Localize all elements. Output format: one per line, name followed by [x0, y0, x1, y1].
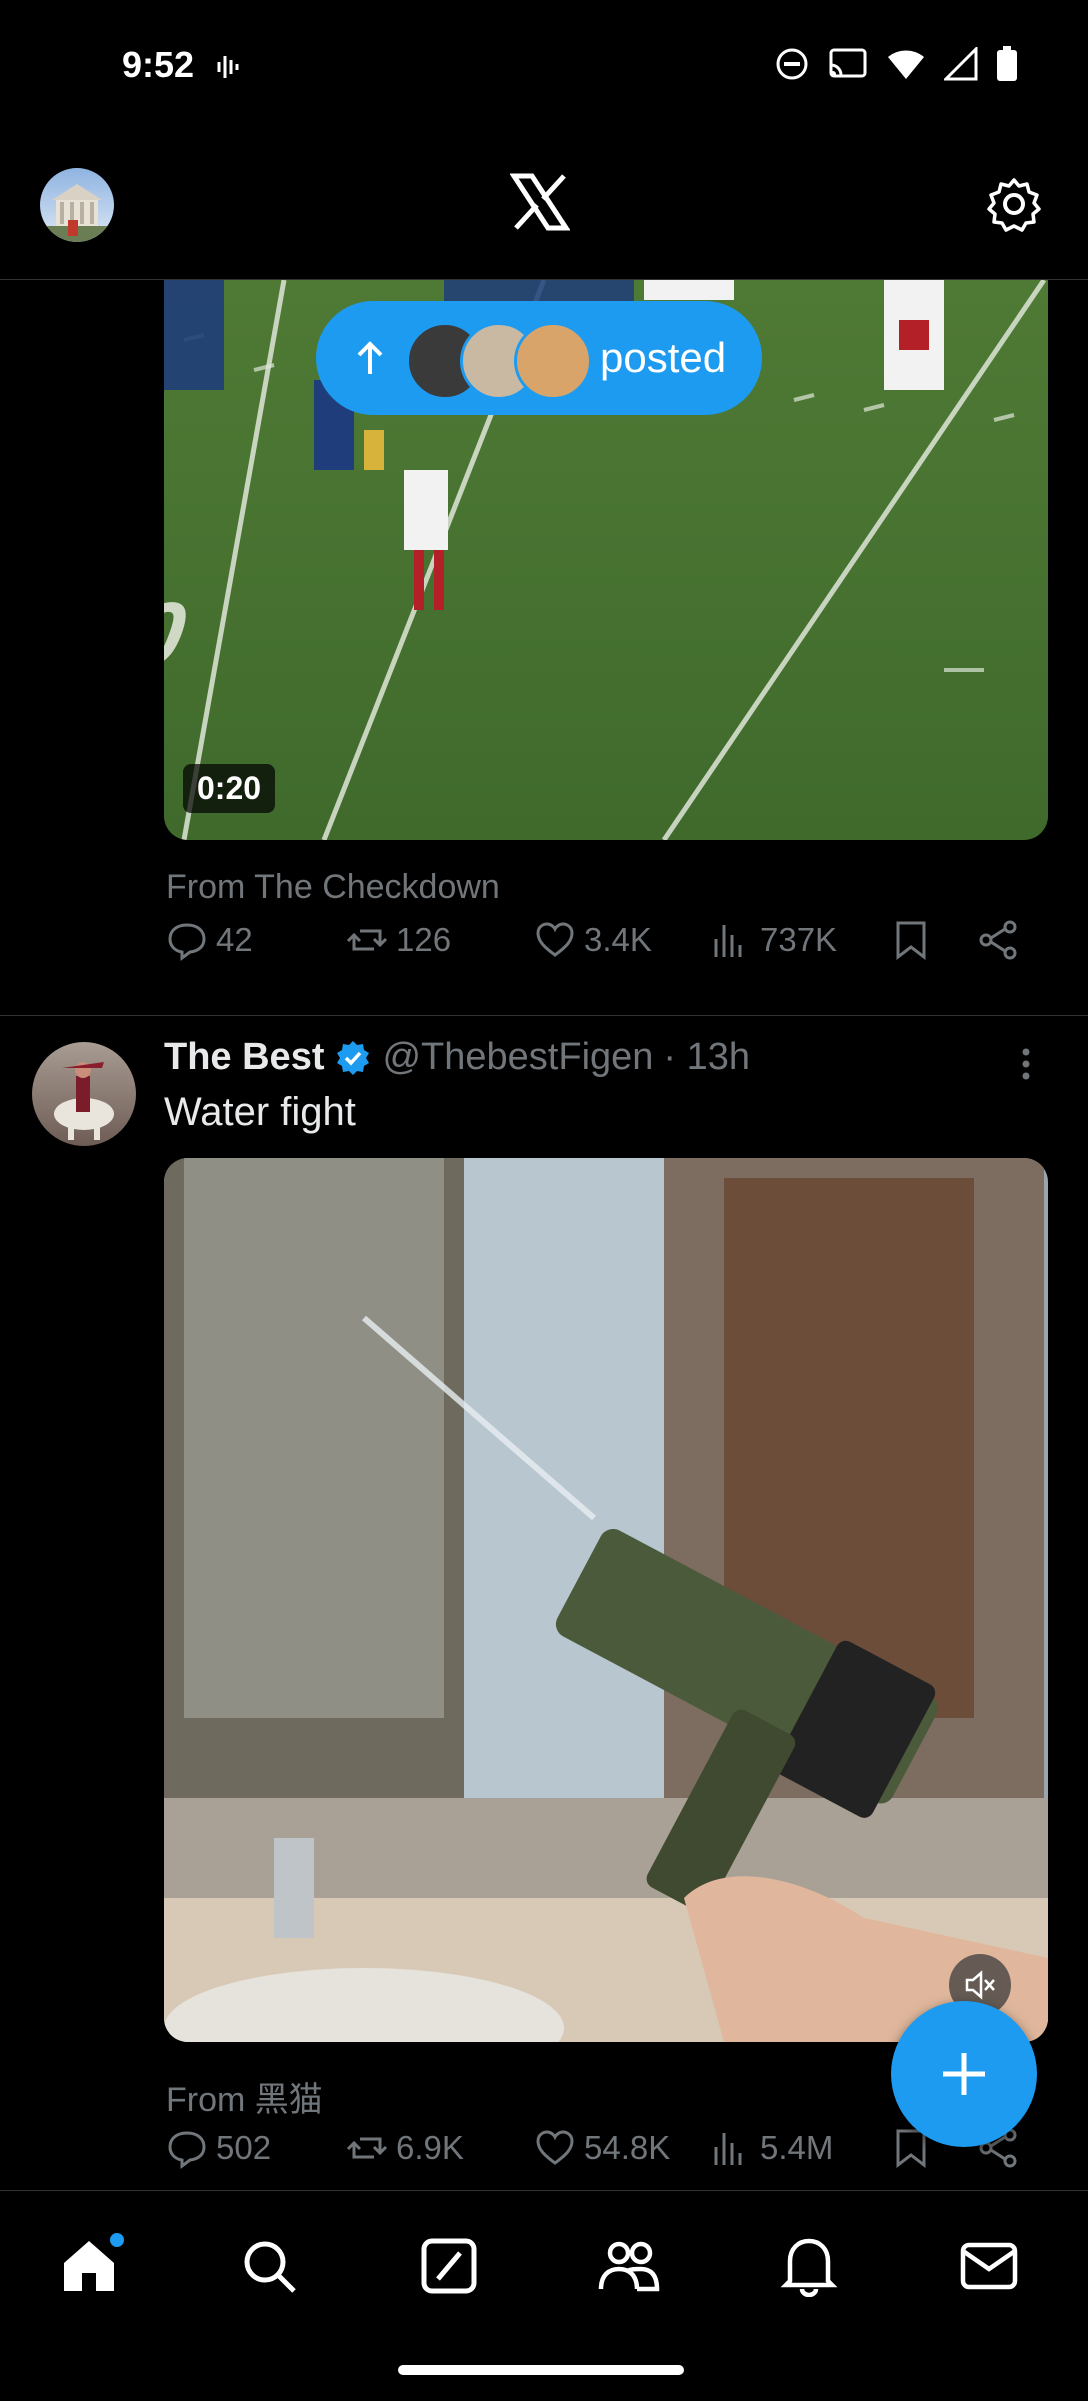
post-divider: [0, 1015, 1088, 1016]
reply-icon: [168, 2131, 206, 2169]
repost-button[interactable]: 126: [346, 919, 451, 961]
like-button[interactable]: 54.8K: [534, 2127, 670, 2169]
post2-author-avatar[interactable]: [32, 1042, 136, 1146]
reply-button[interactable]: 502: [166, 2127, 271, 2169]
post2-source[interactable]: From 黑猫: [166, 2072, 323, 2121]
nav-grok[interactable]: [414, 2231, 484, 2301]
compose-fab[interactable]: [891, 2001, 1037, 2147]
post-time: · 13h: [663, 1036, 751, 1078]
views-button[interactable]: 5.4M: [710, 2127, 833, 2169]
x-logo-icon[interactable]: [509, 172, 571, 232]
repost-button[interactable]: 6.9K: [346, 2127, 464, 2169]
nav-search[interactable]: [234, 2231, 304, 2301]
repost-count: 6.9K: [396, 2129, 464, 2166]
grok-icon: [421, 2238, 477, 2294]
reply-icon: [168, 923, 206, 961]
post2-header: The Best @ThebestFigen · 13h: [164, 1036, 750, 1079]
home-notification-dot: [110, 2233, 124, 2247]
gear-icon[interactable]: [986, 176, 1042, 232]
dnd-icon: [776, 48, 808, 80]
pill-label: posted: [600, 334, 727, 381]
more-options-icon[interactable]: [1016, 1044, 1036, 1084]
reply-count: 42: [216, 921, 253, 958]
cast-icon: [829, 48, 867, 78]
bell-icon: [780, 2238, 838, 2297]
post2-video[interactable]: [164, 1158, 1048, 2042]
battery-icon: [997, 46, 1017, 81]
nav-notifications[interactable]: [774, 2231, 844, 2301]
like-count: 54.8K: [584, 2129, 671, 2166]
status-time: 9:52: [122, 44, 195, 85]
video-duration-badge: 0:20: [183, 764, 276, 813]
reply-button[interactable]: 42: [166, 919, 253, 961]
views-icon: [714, 2133, 742, 2165]
repost-icon: [346, 929, 388, 951]
repost-count: 126: [396, 921, 452, 958]
new-posts-pill[interactable]: posted: [316, 301, 762, 415]
bookmark-button[interactable]: [890, 919, 932, 961]
heart-icon: [536, 922, 574, 957]
nav-communities[interactable]: [594, 2231, 664, 2301]
pill-avatar-3: [514, 322, 592, 400]
home-indicator: [398, 2365, 684, 2375]
signal-icon: [944, 47, 978, 81]
reply-count: 502: [216, 2129, 272, 2166]
voice-activity-icon: [215, 52, 245, 87]
profile-avatar[interactable]: [40, 168, 114, 242]
share-button[interactable]: [978, 919, 1020, 961]
nav-home[interactable]: [54, 2231, 124, 2301]
arrow-up-icon: [357, 341, 383, 374]
views-count: 5.4M: [760, 2129, 834, 2166]
author-handle[interactable]: @ThebestFigen: [382, 1036, 653, 1079]
nav-messages[interactable]: [954, 2231, 1024, 2301]
author-name[interactable]: The Best: [164, 1036, 324, 1079]
pill-avatars: [406, 322, 592, 400]
mail-icon: [960, 2242, 1018, 2290]
views-count: 737K: [760, 921, 838, 958]
search-icon: [244, 2241, 296, 2293]
like-count: 3.4K: [584, 921, 652, 958]
plus-icon: [943, 2053, 985, 2095]
views-button[interactable]: 737K: [710, 919, 837, 961]
like-button[interactable]: 3.4K: [534, 919, 652, 961]
communities-icon: [598, 2241, 660, 2292]
verified-badge-icon: [337, 1040, 370, 1075]
status-icons: [774, 46, 1018, 82]
share-icon: [979, 920, 1017, 960]
post2-text: Water fight: [164, 1090, 356, 1134]
views-icon: [714, 925, 742, 957]
bookmark-icon: [896, 921, 926, 961]
repost-icon: [346, 2137, 388, 2159]
wifi-icon: [888, 50, 924, 79]
post1-source[interactable]: From The Checkdown: [166, 868, 500, 907]
heart-icon: [536, 2130, 574, 2165]
